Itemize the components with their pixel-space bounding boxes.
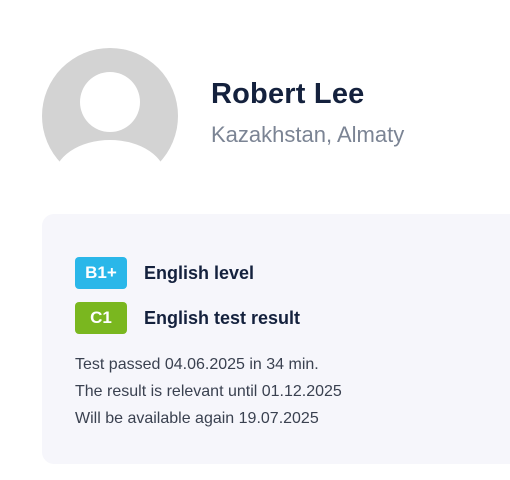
test-info: Test passed 04.06.2025 in 34 min. The re… (75, 351, 342, 432)
english-results-card: B1+ English level C1 English test result… (42, 214, 510, 464)
english-level-label: English level (144, 262, 255, 283)
english-level-badge: B1+ (75, 257, 127, 289)
profile-name: Robert Lee (211, 78, 365, 110)
english-test-row: C1 English test result (75, 302, 300, 334)
user-silhouette-icon (42, 48, 178, 166)
available-again-text: Will be available again 19.07.2025 (75, 410, 319, 427)
english-test-label: English test result (144, 307, 301, 328)
avatar (42, 48, 178, 166)
profile-location: Kazakhstan, Almaty (211, 122, 405, 147)
test-passed-text: Test passed 04.06.2025 in 34 min. (75, 356, 319, 373)
result-relevant-text: The result is relevant until 01.12.2025 (75, 383, 342, 400)
english-test-badge: C1 (75, 302, 127, 334)
english-level-row: B1+ English level (75, 257, 254, 289)
